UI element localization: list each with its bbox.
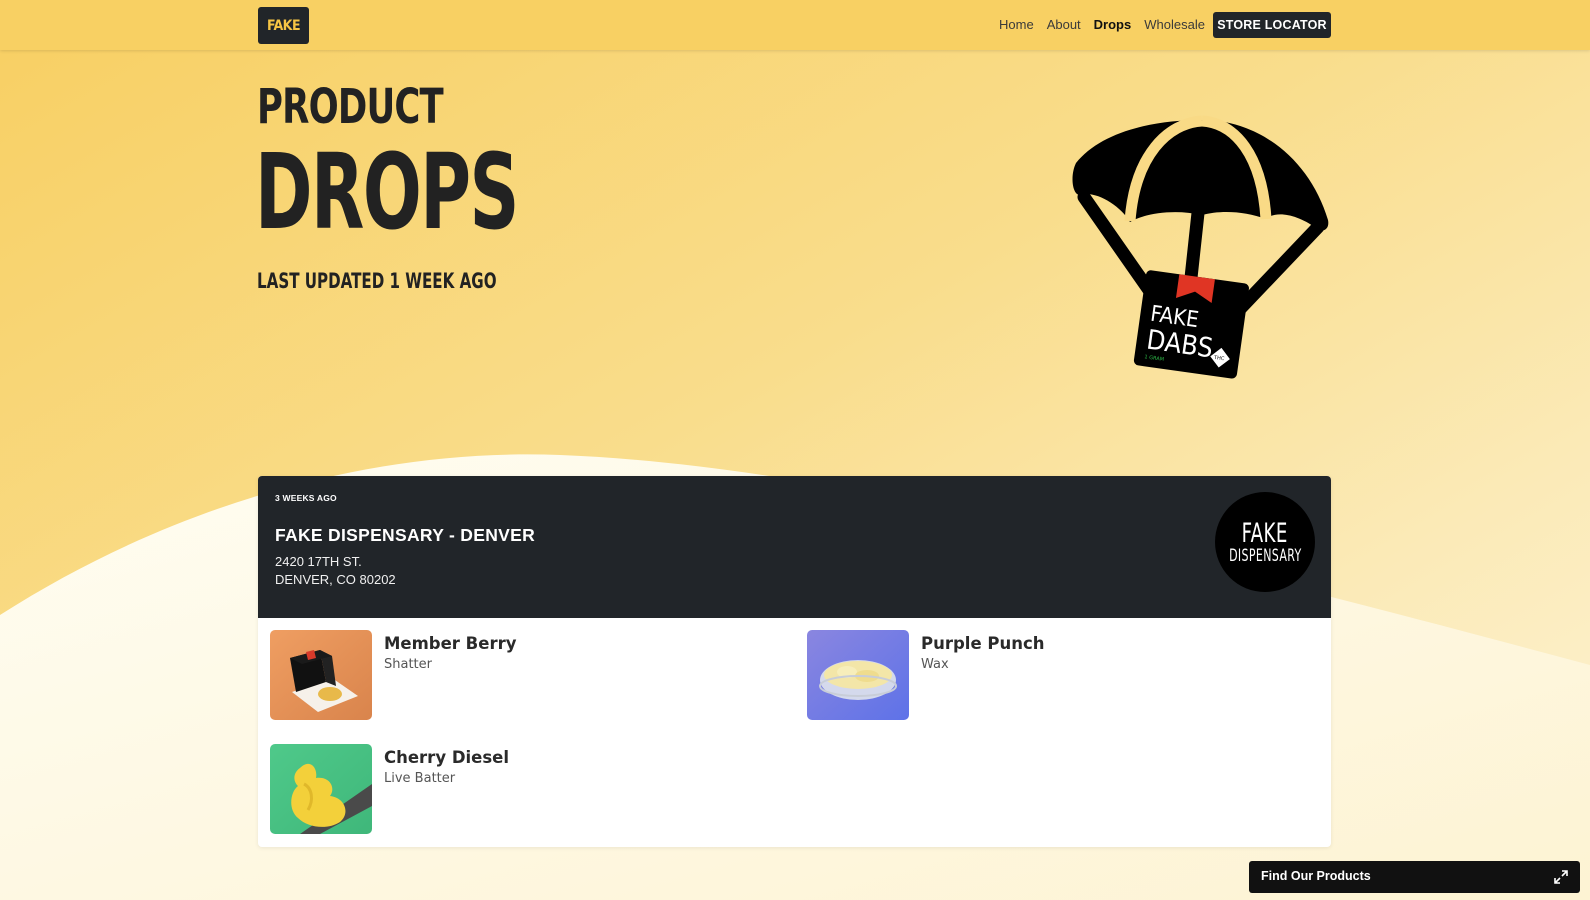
- product-image-purple-punch: [807, 630, 909, 720]
- dispensary-name[interactable]: FAKE DISPENSARY - DENVER: [275, 525, 535, 546]
- drop-card: 3 WEEKS AGO FAKE DISPENSARY - DENVER 242…: [258, 476, 1331, 847]
- nav-link-home[interactable]: Home: [999, 17, 1034, 33]
- product-name[interactable]: Purple Punch: [921, 634, 1045, 653]
- product-image-cherry-diesel: [270, 744, 372, 834]
- hero-title-line2: DROPS: [255, 131, 519, 253]
- hero-title-line1: PRODUCT: [257, 79, 444, 135]
- nav-link-wholesale[interactable]: Wholesale: [1144, 17, 1205, 33]
- drop-date: 3 WEEKS AGO: [275, 493, 337, 503]
- product-type: Live Batter: [384, 771, 456, 786]
- navbar: FAKE Home About Drops Wholesale STORE LO…: [0, 0, 1590, 50]
- dispensary-address-line1: 2420 17TH ST.: [275, 554, 362, 569]
- product-type: Wax: [921, 657, 949, 672]
- last-updated-text: LAST UPDATED 1 WEEK AGO: [257, 269, 497, 293]
- nav-link-about[interactable]: About: [1047, 17, 1081, 33]
- nav-link-drops[interactable]: Drops: [1094, 17, 1132, 33]
- product-item[interactable]: Member Berry Shatter: [270, 630, 770, 722]
- product-type: Shatter: [384, 657, 432, 672]
- product-item[interactable]: Cherry Diesel Live Batter: [270, 744, 770, 836]
- brand-logo[interactable]: FAKE: [258, 7, 309, 44]
- product-item[interactable]: Purple Punch Wax: [807, 630, 1307, 722]
- dispensary-address-line2: DENVER, CO 80202: [275, 572, 396, 587]
- expand-icon[interactable]: [1554, 870, 1568, 884]
- drop-card-header: 3 WEEKS AGO FAKE DISPENSARY - DENVER 242…: [258, 476, 1331, 618]
- dispensary-logo-line2: DISPENSARY: [1228, 545, 1302, 566]
- dispensary-logo-line1: FAKE: [1241, 517, 1289, 549]
- product-name[interactable]: Member Berry: [384, 634, 516, 653]
- nav-links: Home About Drops Wholesale: [999, 17, 1218, 33]
- parachute-drop-illustration: FAKE DABS 1 GRAM THC: [1072, 115, 1329, 379]
- product-name[interactable]: Cherry Diesel: [384, 748, 509, 767]
- dispensary-logo: FAKE DISPENSARY: [1215, 492, 1315, 592]
- find-products-label: Find Our Products: [1261, 869, 1371, 883]
- find-products-widget[interactable]: Find Our Products: [1249, 861, 1580, 893]
- store-locator-button[interactable]: STORE LOCATOR: [1213, 12, 1331, 38]
- product-image-member-berry: [270, 630, 372, 720]
